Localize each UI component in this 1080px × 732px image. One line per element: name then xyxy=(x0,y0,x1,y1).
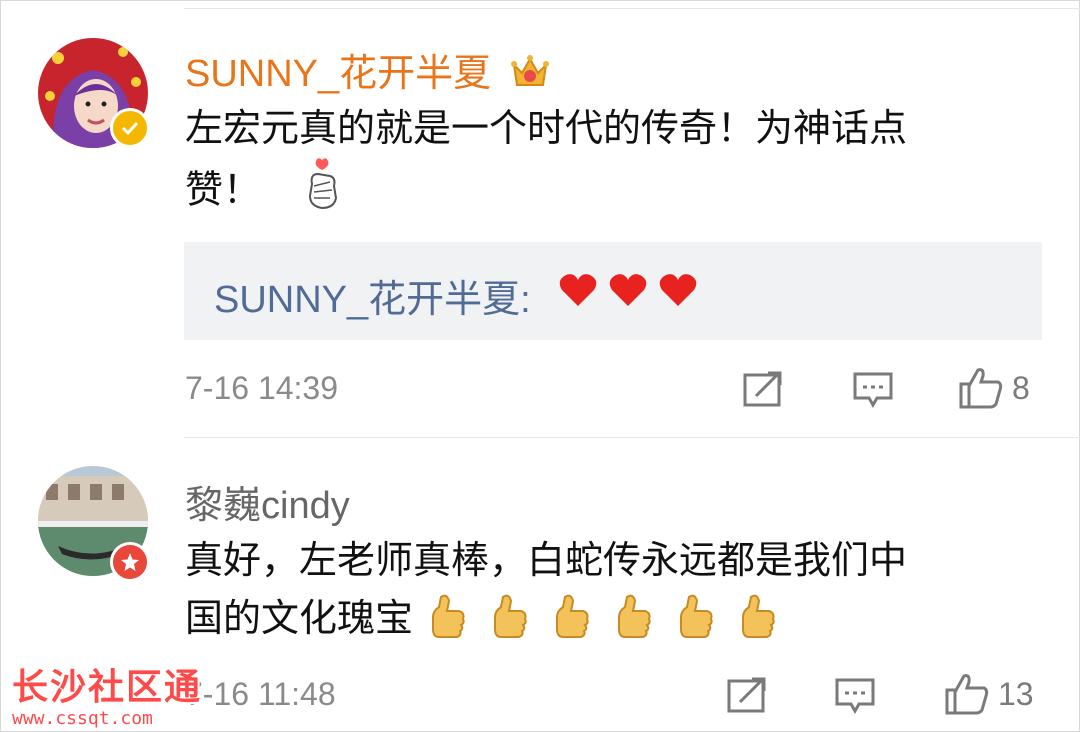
finger-heart-icon xyxy=(302,158,342,227)
comment-text-line-1: 左宏元真的就是一个时代的传奇！为神话点 xyxy=(185,108,908,150)
repost-button[interactable] xyxy=(742,370,784,408)
like-button[interactable]: 8 xyxy=(958,366,1030,410)
comment-text-line-2: 国的文化瑰宝 xyxy=(185,598,414,640)
comment-username[interactable]: 黎巍cindy xyxy=(185,474,350,529)
site-watermark: 长沙社区通 www.cssqt.com xyxy=(12,658,202,729)
heart-icon xyxy=(659,274,697,306)
reply-button[interactable] xyxy=(834,676,876,714)
comment-text-line-2: 赞！ xyxy=(185,169,262,212)
repost-icon xyxy=(743,371,782,407)
top-divider xyxy=(184,8,1080,9)
comment-text: 左宏元真的就是一个时代的传奇！为神话点 赞！ xyxy=(185,100,1025,227)
thumbs-emoji-row xyxy=(427,593,777,645)
reply-hearts xyxy=(558,272,698,308)
thumbs-up-emoji-icon xyxy=(494,594,527,638)
thumbs-up-icon xyxy=(959,368,1003,409)
comment-icon xyxy=(835,678,875,714)
heart-icon xyxy=(609,274,647,306)
thumbs-up-icon xyxy=(945,674,989,715)
reply-box[interactable]: SUNNY_花开半夏: xyxy=(184,242,1042,340)
like-count: 8 xyxy=(1012,369,1030,406)
thumbs-up-emoji-icon xyxy=(742,594,775,638)
watermark-url: www.cssqt.com xyxy=(12,708,153,729)
thumbs-up-emoji-icon xyxy=(556,594,589,638)
thumbs-up-emoji-icon xyxy=(432,594,465,638)
comment-username[interactable]: SUNNY_花开半夏 xyxy=(185,42,550,101)
comment-text-line-1: 真好，左老师真棒，白蛇传永远都是我们中 xyxy=(185,540,908,582)
thumbs-up-emoji-icon xyxy=(618,594,651,638)
thumbs-up-emoji-icon xyxy=(680,594,713,638)
comment-text: 真好，左老师真棒，白蛇传永远都是我们中 国的文化瑰宝 xyxy=(185,532,1025,648)
reply-button[interactable] xyxy=(852,370,894,408)
repost-icon xyxy=(727,677,766,713)
comment-time: 7-16 11:48 xyxy=(185,676,336,712)
repost-button[interactable] xyxy=(726,676,768,714)
heart-icon xyxy=(559,274,597,306)
crown-icon xyxy=(510,51,550,101)
comment-time: 7-16 14:39 xyxy=(185,370,339,406)
like-button[interactable]: 13 xyxy=(944,672,1034,716)
comment-icon xyxy=(853,372,893,408)
like-count: 13 xyxy=(998,675,1034,712)
verified-badge-icon xyxy=(110,108,150,148)
member-badge-icon xyxy=(110,542,150,582)
comment-divider xyxy=(184,437,1080,438)
reply-username[interactable]: SUNNY_花开半夏: xyxy=(214,268,531,323)
watermark-title: 长沙社区通 xyxy=(12,666,203,707)
